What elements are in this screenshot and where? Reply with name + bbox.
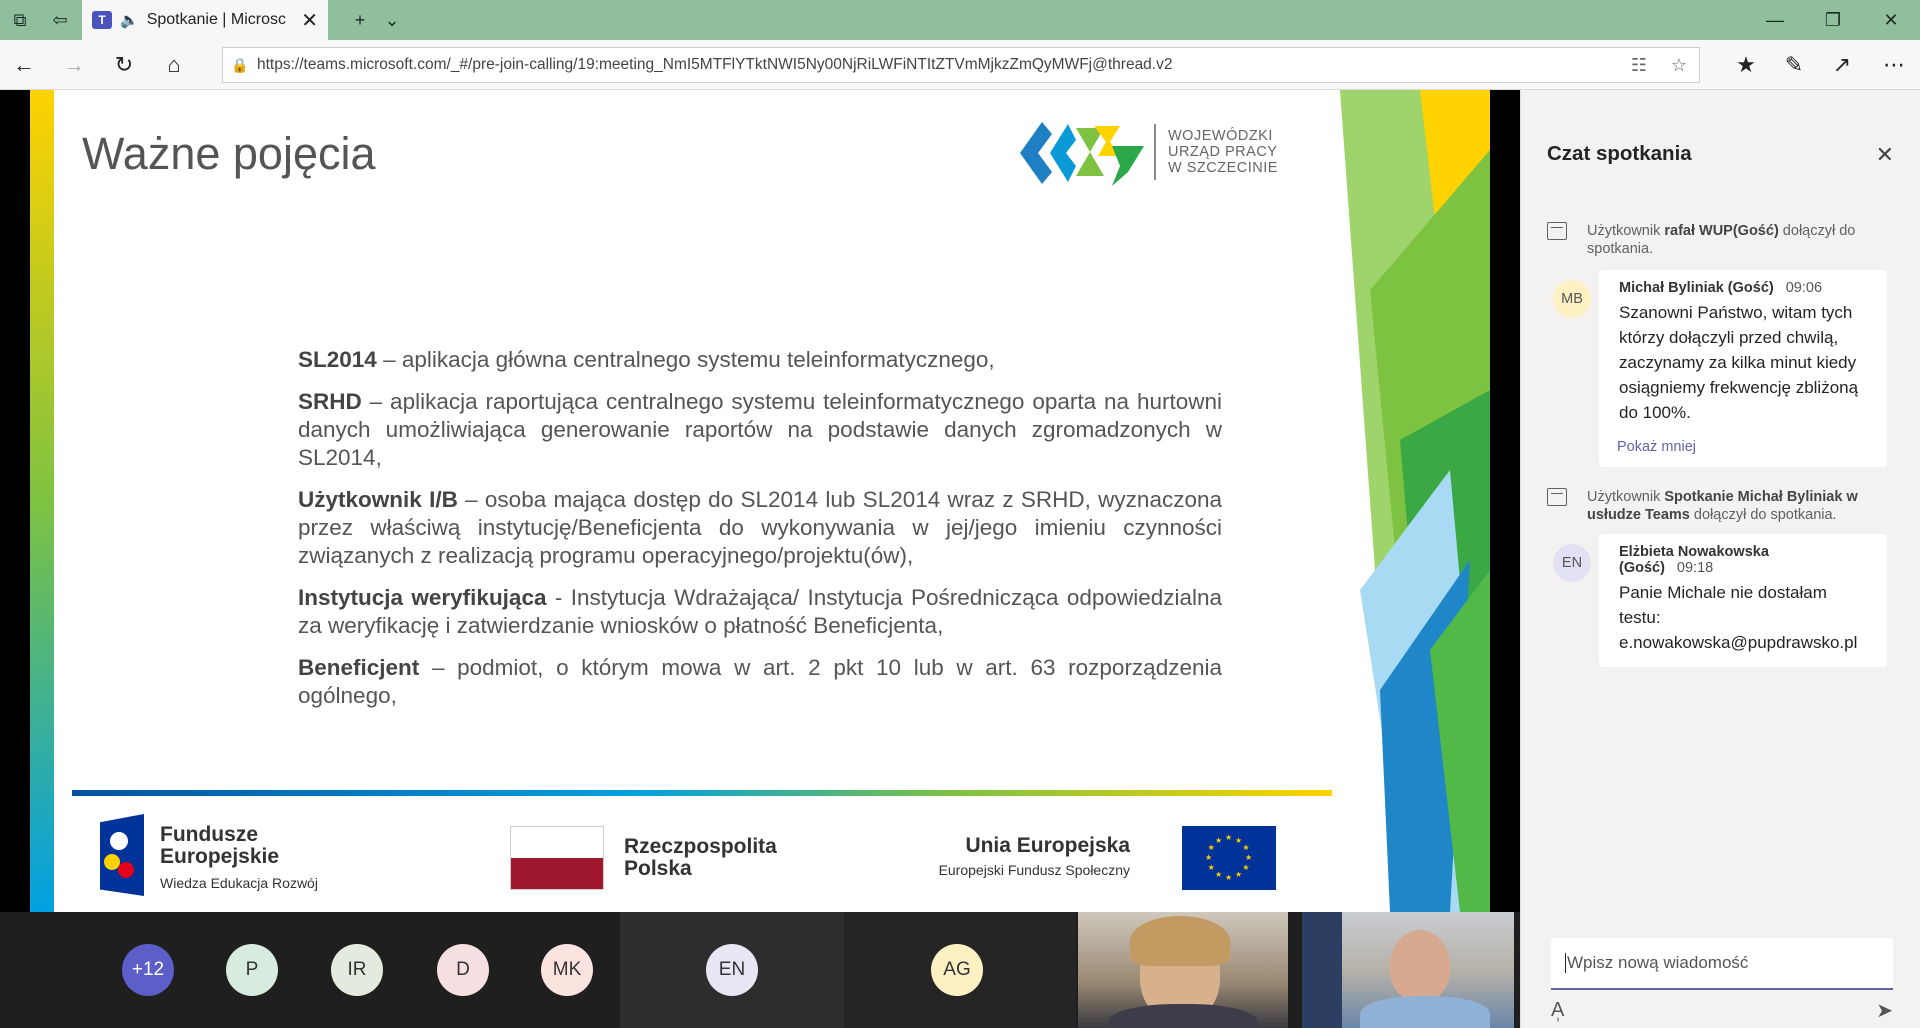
reading-view-icon[interactable]: ☷ — [1619, 55, 1659, 76]
eu-star-icon: ★ — [1242, 843, 1250, 852]
slide-title: Ważne pojęcia — [82, 128, 376, 179]
participant-avatar[interactable]: AG — [931, 944, 983, 996]
url-text[interactable]: https://teams.microsoft.com/_#/pre-join-… — [257, 56, 1619, 74]
slide-divider — [72, 790, 1332, 796]
definition-item: SL2014 – aplikacja główna centralnego sy… — [298, 347, 995, 372]
message-body: Szanowni Państwo, witam tych którzy dołą… — [1619, 303, 1859, 422]
refresh-icon[interactable]: ↻ — [104, 45, 144, 85]
pen-icon[interactable]: ✎ — [1774, 45, 1814, 85]
restore-icon[interactable]: ❐ — [1804, 0, 1862, 40]
wup-logo-text: WOJEWÓDZKI URZĄD PRACY W SZCZECINIE — [1168, 128, 1278, 176]
wup-logo: WOJEWÓDZKI URZĄD PRACY W SZCZECINIE — [1020, 116, 1320, 190]
close-chat-icon[interactable]: ✕ — [1876, 142, 1894, 168]
message-time: 09:18 — [1676, 560, 1714, 576]
definition-item: Beneficjent – podmiot, o którym mowa w a… — [298, 655, 1222, 708]
favorites-icon[interactable]: ★ — [1726, 45, 1766, 85]
presentation-slide: Ważne pojęcia WOJEWÓDZKI URZĄD PRACY W S… — [30, 90, 1490, 912]
teams-icon: T — [92, 11, 112, 29]
minimize-icon[interactable]: — — [1746, 0, 1804, 40]
url-field[interactable]: 🔒 https://teams.microsoft.com/_#/pre-joi… — [222, 47, 1700, 83]
participant-avatar[interactable]: D — [437, 944, 489, 996]
chat-message: Michał Byliniak (Gość) 09:06 Szanowni Pań… — [1599, 270, 1887, 467]
set-aside-tabs-icon[interactable]: ⇦ — [40, 0, 80, 40]
unia-europejska-text: Unia Europejska Europejski Fundusz Społe… — [938, 834, 1130, 878]
send-icon[interactable]: ➤ — [1876, 998, 1893, 1023]
definition-item: Instytucja weryfikująca - Instytucja Wdr… — [298, 585, 1223, 638]
participants-strip: +12 P IR D MK EN AG — [0, 912, 1520, 1028]
slide-decoration-right — [1340, 90, 1490, 912]
share-icon[interactable]: ↗ — [1822, 45, 1862, 85]
eu-star-icon: ★ — [1225, 833, 1233, 842]
chat-message: Elżbieta Nowakowska (Gość) 09:18 Panie Mi… — [1599, 534, 1887, 667]
tab-actions-icon[interactable]: ⧉ — [0, 0, 40, 40]
participant-avatar[interactable]: P — [226, 944, 278, 996]
definition-item: SRHD – aplikacja raportująca centralnego… — [298, 389, 1222, 470]
eu-star-icon: ★ — [1245, 853, 1253, 862]
message-avatar[interactable]: MB — [1553, 280, 1591, 318]
lock-icon[interactable]: 🔒 — [223, 57, 257, 74]
participant-avatar[interactable]: IR — [331, 944, 383, 996]
address-bar: ← → ↻ ⌂ 🔒 https://teams.microsoft.com/_#… — [0, 40, 1920, 90]
system-message: Użytkownik Spotkanie Michał Byliniak w u… — [1547, 488, 1897, 524]
browser-tab-active[interactable]: T 🔈 Spotkanie | Microsc ✕ — [82, 0, 328, 40]
format-icon[interactable]: A̹ — [1551, 999, 1564, 1022]
message-author: Michał Byliniak (Gość) — [1619, 280, 1774, 296]
message-time: 09:06 — [1785, 280, 1823, 296]
tab-list-chevron-icon[interactable]: ⌄ — [372, 0, 412, 40]
eu-star-icon: ★ — [1207, 843, 1215, 852]
new-message-input[interactable]: Wpisz nową wiadomość — [1551, 938, 1893, 990]
rzeczpospolita-polska-text: Rzeczpospolita Polska — [624, 835, 777, 880]
speaker-icon[interactable]: 🔈 — [120, 11, 139, 29]
participant-video[interactable] — [1302, 912, 1514, 1028]
eu-star-icon: ★ — [1205, 853, 1213, 862]
eu-star-icon: ★ — [1215, 870, 1223, 880]
slide-definitions: SL2014 – aplikacja główna centralnego sy… — [298, 346, 1222, 724]
slide-decoration — [30, 90, 54, 912]
message-body: Panie Michale nie dostałam testu: e.nowa… — [1619, 583, 1858, 652]
eu-star-icon: ★ — [1235, 870, 1243, 880]
more-icon[interactable]: ⋯ — [1874, 45, 1914, 85]
eu-star-icon: ★ — [1235, 835, 1243, 845]
poland-flag-icon — [510, 826, 604, 890]
back-icon[interactable]: ← — [4, 45, 44, 85]
eu-star-icon: ★ — [1215, 835, 1223, 845]
browser-tabbar: ⧉ ⇦ T 🔈 Spotkanie | Microsc ✕ + ⌄ — ❐ ✕ — [0, 0, 1920, 40]
close-tab-icon[interactable]: ✕ — [301, 8, 318, 33]
calendar-icon — [1547, 488, 1567, 506]
chat-title: Czat spotkania — [1547, 142, 1692, 165]
eu-star-icon: ★ — [1207, 863, 1215, 872]
meeting-chat-panel: Czat spotkania ✕ Użytkownik rafał WUP(Go… — [1520, 90, 1920, 1028]
favorite-star-icon[interactable]: ☆ — [1659, 55, 1699, 76]
participant-avatar[interactable]: EN — [706, 944, 758, 996]
close-window-icon[interactable]: ✕ — [1862, 0, 1920, 40]
tab-title: Spotkanie | Microsc — [146, 11, 287, 28]
calendar-icon — [1547, 222, 1567, 240]
eu-star-icon: ★ — [1242, 863, 1250, 872]
shared-screen: Ważne pojęcia WOJEWÓDZKI URZĄD PRACY W S… — [0, 90, 1520, 912]
participant-video[interactable] — [1078, 912, 1288, 1028]
participant-avatar[interactable]: MK — [541, 944, 593, 996]
fe-star-icon — [100, 814, 144, 896]
home-icon[interactable]: ⌂ — [154, 45, 194, 85]
eu-flag-icon: ★ ★ ★ ★ ★ ★ ★ ★ ★ ★ ★ ★ — [1182, 826, 1276, 890]
message-avatar[interactable]: EN — [1553, 544, 1591, 582]
system-message: Użytkownik rafał WUP(Gość) dołączył do s… — [1547, 222, 1897, 258]
eu-star-icon: ★ — [1225, 873, 1233, 882]
more-participants-avatar[interactable]: +12 — [122, 944, 174, 996]
forward-icon[interactable]: → — [54, 45, 94, 85]
definition-item: Użytkownik I/B – osoba mająca dostęp do … — [298, 487, 1222, 568]
show-less-link[interactable]: Pokaż mniej — [1617, 439, 1867, 455]
